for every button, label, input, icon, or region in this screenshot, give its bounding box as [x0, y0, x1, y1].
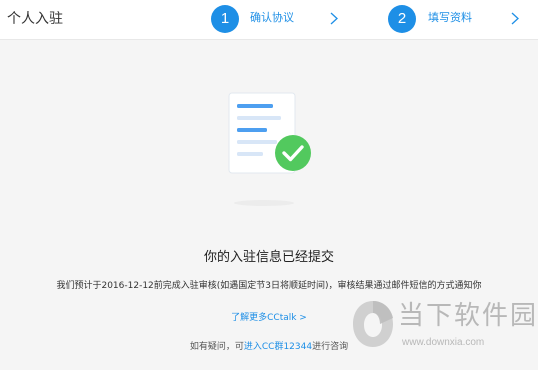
step-2-label[interactable]: 填写资料: [428, 10, 472, 26]
submitted-heading: 你的入驻信息已经提交: [203, 250, 334, 265]
watermark: 当下软件园 www.downxia.com: [346, 296, 538, 370]
submitted-document-icon: [228, 92, 311, 206]
watermark-url: www.downxia.com: [402, 337, 485, 348]
contact-suffix: 进行咨询: [312, 342, 349, 352]
chevron-right-icon: [330, 12, 338, 25]
chevron-right-icon: [511, 12, 519, 25]
watermark-title: 当下软件园: [398, 301, 538, 331]
join-group-link[interactable]: 进入CC群12344: [244, 342, 312, 352]
page-title: 个人入驻: [7, 11, 63, 27]
step-2-number: 2: [388, 5, 416, 33]
review-description: 我们预计于2016-12-12前完成入驻审核(如遇国定节3日将顺延时间)，审核结…: [56, 281, 482, 291]
top-bar: 个人入驻 1 确认协议 2 填写资料: [0, 0, 538, 40]
watermark-logo-icon: [353, 301, 393, 347]
contact-prefix: 如有疑问，可: [189, 342, 244, 352]
step-1-label[interactable]: 确认协议: [250, 10, 294, 26]
step-1-number: 1: [211, 5, 239, 33]
